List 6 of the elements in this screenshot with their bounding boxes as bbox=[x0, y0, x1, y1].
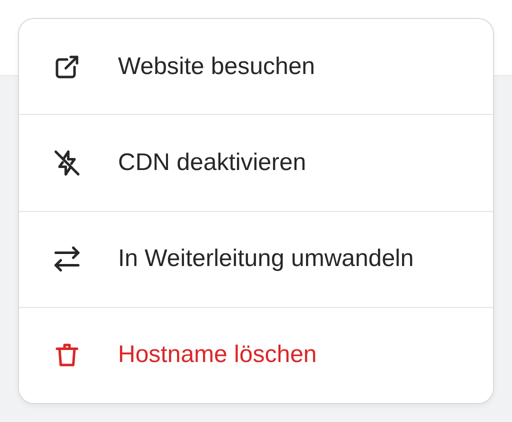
menu-item[interactable]: Website besuchen bbox=[19, 19, 493, 116]
swap-arrows-icon bbox=[52, 244, 82, 274]
menu-item[interactable]: Hostname löschen bbox=[19, 308, 493, 403]
menu-item[interactable]: In Weiterleitung umwandeln bbox=[19, 212, 493, 308]
lightning-off-icon bbox=[52, 148, 82, 178]
menu-item[interactable]: CDN deaktivieren bbox=[19, 115, 493, 212]
